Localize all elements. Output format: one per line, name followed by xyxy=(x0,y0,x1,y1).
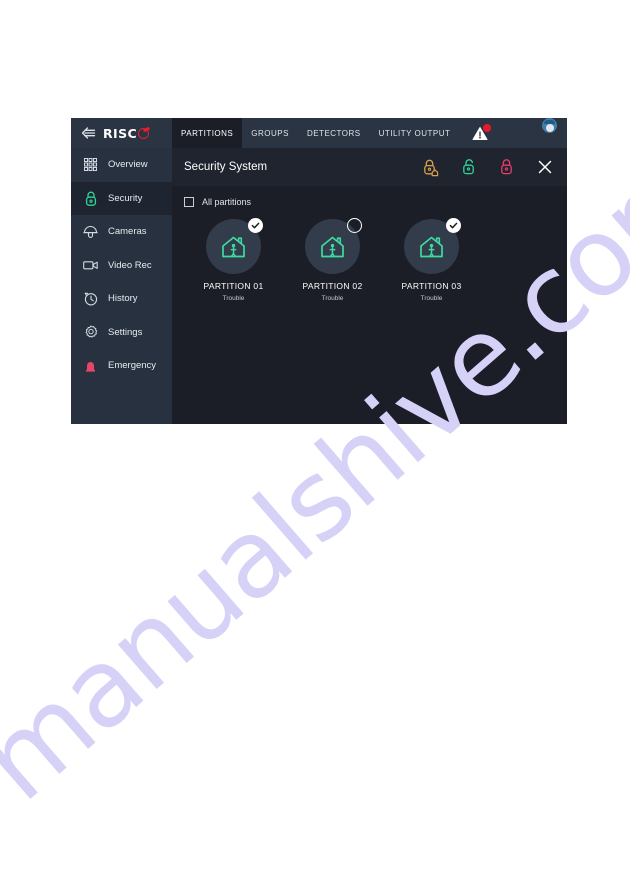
brand-zone: RISC xyxy=(71,118,172,148)
sidebar-item-label: Settings xyxy=(108,326,143,338)
partition-status: Trouble xyxy=(222,295,245,302)
partition-card[interactable]: PARTITION 03 Trouble xyxy=(382,218,481,302)
application-panel: manualshive.com RISC PARTITIONS GR xyxy=(71,118,567,424)
siren-icon xyxy=(82,357,99,374)
sidebar-item-label: History xyxy=(108,293,138,305)
sidebar-item-label: Overview xyxy=(108,159,148,171)
partition-circle-wrap[interactable] xyxy=(404,218,461,274)
security-system-header: Security System xyxy=(172,148,567,186)
sidebar-item-overview[interactable]: Overview xyxy=(71,148,172,182)
disarm-button[interactable] xyxy=(450,148,488,186)
top-bar: RISC PARTITIONS GROUPS DETECTORS UTILITY… xyxy=(71,118,567,148)
collapse-left-icon[interactable] xyxy=(78,127,98,139)
sidebar-item-label: Security xyxy=(108,192,143,204)
home-occupied-icon xyxy=(222,236,245,257)
clock-icon xyxy=(82,290,99,307)
partition-status: Trouble xyxy=(420,295,443,302)
partitions-grid: PARTITION 01 Trouble PARTITION 02 Troubl… xyxy=(172,218,567,302)
sidebar-item-settings[interactable]: Settings xyxy=(71,316,172,350)
all-partitions-row[interactable]: All partitions xyxy=(172,186,567,207)
partial-arm-button[interactable] xyxy=(412,148,450,186)
grid-icon xyxy=(82,156,99,173)
video-camera-icon xyxy=(82,257,99,274)
header-actions xyxy=(412,148,567,186)
sidebar-item-label: Video Rec xyxy=(108,259,152,271)
close-icon[interactable] xyxy=(526,148,564,186)
all-partitions-checkbox[interactable] xyxy=(184,197,194,207)
partition-status: Trouble xyxy=(321,295,344,302)
warning-triangle-icon[interactable] xyxy=(467,118,493,148)
content-area: Security System All partitions PARTITION… xyxy=(172,148,567,424)
partition-selected-badge[interactable] xyxy=(248,218,263,233)
risco-o-logo xyxy=(138,126,151,139)
all-partitions-label: All partitions xyxy=(202,197,252,207)
tab-groups[interactable]: GROUPS xyxy=(242,118,298,148)
tab-bar: PARTITIONS GROUPS DETECTORS UTILITY OUTP… xyxy=(172,118,567,148)
arm-button[interactable] xyxy=(488,148,526,186)
sidebar-item-label: Emergency xyxy=(108,360,157,372)
alert-badge xyxy=(483,124,492,132)
sidebar-item-video-rec[interactable]: Video Rec xyxy=(71,249,172,283)
partition-name: PARTITION 02 xyxy=(302,281,363,291)
partition-circle-wrap[interactable] xyxy=(206,218,263,274)
dome-camera-icon xyxy=(82,223,99,240)
partition-name: PARTITION 01 xyxy=(203,281,264,291)
sidebar-item-security[interactable]: Security xyxy=(71,181,172,215)
lock-icon xyxy=(82,190,99,207)
partition-name: PARTITION 03 xyxy=(401,281,462,291)
partition-selected-badge[interactable] xyxy=(446,218,461,233)
home-occupied-icon xyxy=(321,236,344,257)
tab-detectors[interactable]: DETECTORS xyxy=(298,118,370,148)
partition-circle-wrap[interactable] xyxy=(305,218,362,274)
home-occupied-icon xyxy=(420,236,443,257)
risco-logo: RISC xyxy=(103,125,151,141)
gear-icon xyxy=(82,324,99,341)
risco-wordmark: RISC xyxy=(103,125,138,141)
sidebar-item-emergency[interactable]: Emergency xyxy=(71,349,172,383)
page-title: Security System xyxy=(184,161,268,173)
partition-card[interactable]: PARTITION 02 Trouble xyxy=(283,218,382,302)
sidebar-item-cameras[interactable]: Cameras xyxy=(71,215,172,249)
sidebar: Overview Security Cameras Video Rec Hist… xyxy=(71,148,172,424)
partition-unselected-badge[interactable] xyxy=(347,218,362,233)
sidebar-item-label: Cameras xyxy=(108,226,147,238)
sidebar-item-history[interactable]: History xyxy=(71,282,172,316)
tab-partitions[interactable]: PARTITIONS xyxy=(172,118,243,148)
partition-card[interactable]: PARTITION 01 Trouble xyxy=(184,218,283,302)
avatar[interactable] xyxy=(542,118,557,133)
tab-utility-output[interactable]: UTILITY OUTPUT xyxy=(370,118,460,148)
